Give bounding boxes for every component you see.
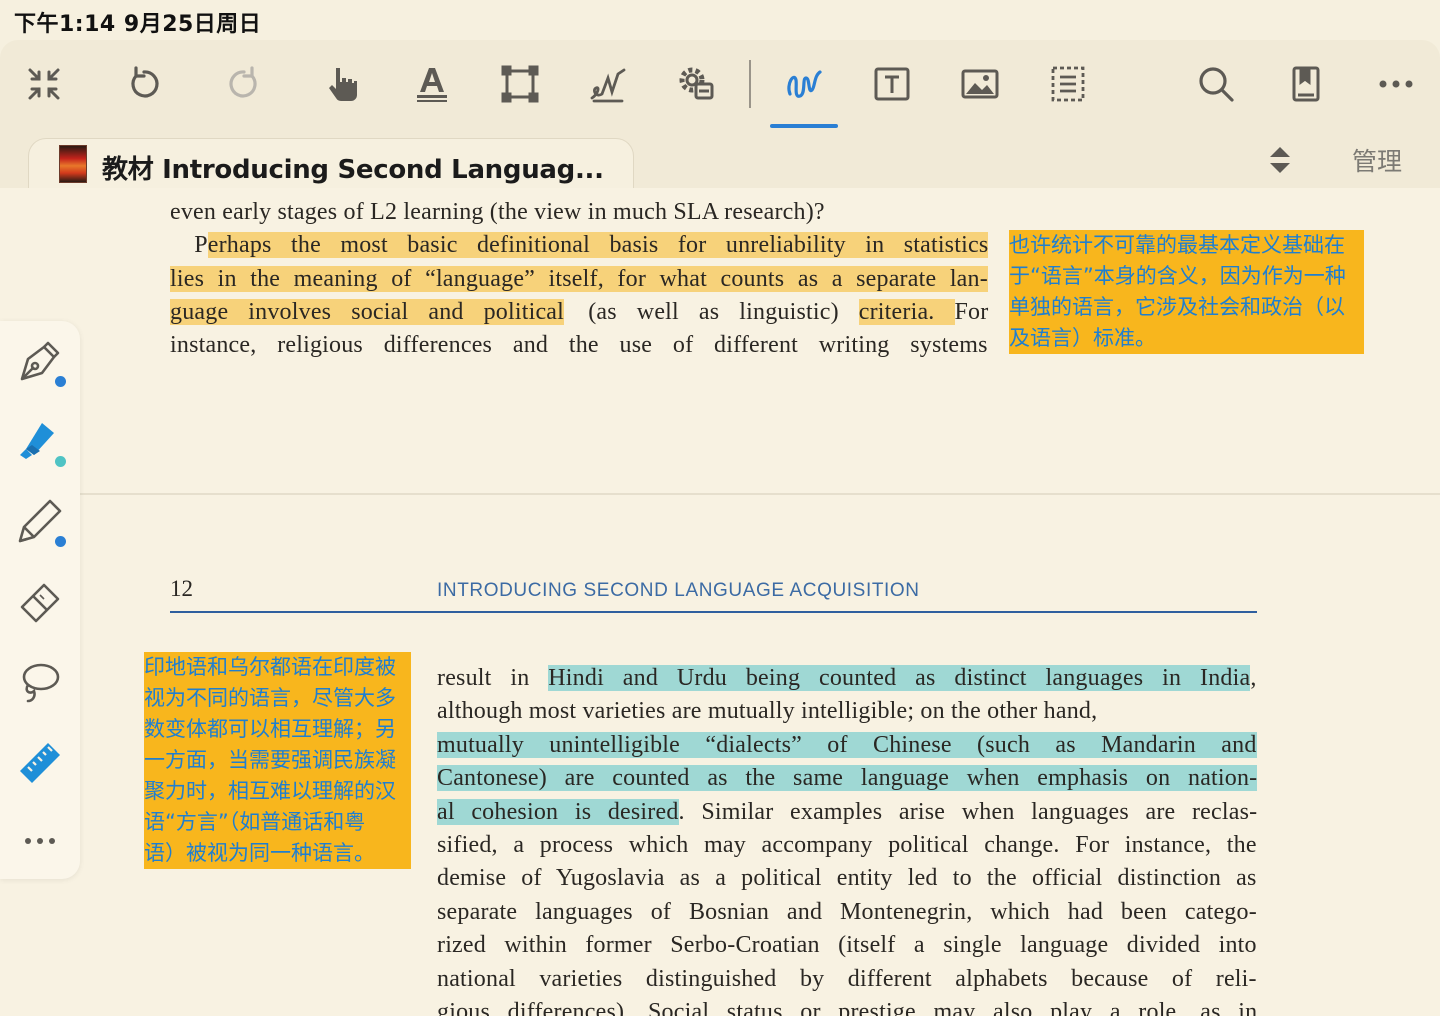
translation-note-line: 语）被视为同一种语言。	[144, 841, 375, 865]
header-rule	[170, 611, 1257, 613]
lasso-icon[interactable]	[14, 655, 66, 707]
highlighted-text[interactable]: Hindi and Urdu being counted as distinct…	[548, 665, 1251, 691]
more-tools-icon[interactable]	[14, 815, 66, 867]
text-line: gious differences). Social status or pre…	[437, 996, 1257, 1016]
search-icon[interactable]	[1192, 60, 1240, 108]
text-line: Perhaps the most basic definitional basi…	[170, 229, 989, 262]
translation-note-line: 一方面，当需要强调民族凝	[144, 748, 396, 772]
status-time: 下午1:14 9月25日周日	[14, 12, 262, 37]
bookmark-icon[interactable]	[1282, 60, 1330, 108]
text-span: national varieties distinguished by diff…	[437, 965, 1257, 992]
text-span: (as well as linguistic)	[564, 298, 859, 325]
text-span: although most varieties are mutually int…	[437, 698, 1098, 725]
tool-palette	[0, 321, 80, 879]
text-line: rized within former Serbo-Croatian (itse…	[437, 929, 1257, 962]
translation-note-line: 视为不同的语言，尽管大多	[144, 686, 396, 710]
highlighted-text[interactable]: mutually unintelligible “dialects” of Ch…	[437, 731, 1257, 758]
page-number: 12	[170, 576, 193, 601]
text-line: result in Hindi and Urdu being counted a…	[437, 662, 1257, 695]
color-dot	[55, 376, 66, 387]
toolbar-separator	[749, 60, 751, 108]
highlighter-icon[interactable]	[14, 415, 66, 467]
translation-note-line: 印地语和乌尔都语在印度被	[144, 655, 396, 679]
sort-icon[interactable]	[1266, 140, 1294, 180]
text-span: even early stages of L2 learning (the vi…	[170, 199, 825, 225]
text-line: national varieties distinguished by diff…	[437, 963, 1257, 996]
page-divider	[80, 493, 1440, 495]
document-tab[interactable]: 教材 Introducing Second Languag...	[28, 138, 634, 189]
translation-note-line: 也许统计不可靠的最基本定义基础在	[1009, 233, 1345, 257]
translation-note-line: 单独的语言，它涉及社会和政治（以	[1009, 295, 1345, 319]
highlighted-text[interactable]: erhaps the most basic definitional basis…	[207, 232, 989, 259]
annotation-toolbar	[0, 40, 1440, 128]
text-line: Cantonese) are counted as the same langu…	[437, 762, 1258, 795]
image-icon[interactable]	[956, 60, 1004, 108]
text-span: demise of Yugoslavia as a political enti…	[437, 865, 1257, 892]
translation-note-line: 于“语言”本身的含义，因为作为一种	[1009, 264, 1346, 288]
color-dot	[55, 456, 66, 467]
text-span: sified, a process which may accompany po…	[437, 832, 1257, 858]
freehand-draw-icon[interactable]	[780, 60, 828, 108]
highlighted-text[interactable]: criteria.	[858, 298, 955, 325]
ruler-icon[interactable]	[14, 735, 66, 787]
translation-note-line: 聚力时，相互难以理解的汉	[144, 779, 396, 803]
eraser-icon[interactable]	[14, 575, 66, 627]
manage-button[interactable]: 管理	[1352, 142, 1402, 178]
text-span: For	[954, 298, 989, 325]
text-span: . Similar examples arise when languages …	[678, 798, 1258, 825]
text-span: rized within former Serbo-Croatian (itse…	[437, 932, 1257, 959]
text-span: gious differences). Social status or pre…	[437, 999, 1258, 1016]
more-icon[interactable]	[1372, 60, 1420, 108]
fountain-pen-icon[interactable]	[14, 335, 66, 387]
translation-note-line: 数变体都可以相互理解；另	[144, 717, 396, 741]
highlighted-text[interactable]: lies in the meaning of “language” itself…	[170, 265, 988, 292]
signature-icon[interactable]	[584, 60, 632, 108]
text-line: even early stages of L2 learning (the vi…	[170, 196, 825, 229]
text-line: sified, a process which may accompany po…	[437, 829, 1257, 862]
pencil-icon[interactable]	[14, 495, 66, 547]
collapse-icon[interactable]	[20, 60, 68, 108]
text-line: al cohesion is desired. Similar examples…	[437, 796, 1257, 829]
running-head: INTRODUCING SECOND LANGUAGE ACQUISITION	[437, 580, 920, 601]
text-line: mutually unintelligible “dialects” of Ch…	[437, 729, 1257, 762]
translation-note-line: 语“方言”（如普通话和粤	[144, 810, 366, 834]
document-tab-bar: 教材 Introducing Second Languag... 管理	[0, 128, 1440, 189]
status-bar: 下午1:14 9月25日周日	[0, 0, 1440, 40]
text-line: guage involves social and political (as …	[170, 296, 988, 329]
translation-note-line: 及语言）标准。	[1009, 326, 1156, 350]
text-span: P	[170, 232, 208, 259]
highlighted-text[interactable]: Cantonese) are counted as the same langu…	[437, 765, 1258, 792]
text-line: separate languages of Bosnian and Monten…	[437, 896, 1257, 929]
text-span: instance, religious differences and the …	[170, 332, 988, 359]
document-view: even early stages of L2 learning (the vi…	[0, 188, 1440, 1016]
text-line: although most varieties are mutually int…	[437, 695, 1097, 728]
hand-pointer-icon[interactable]	[318, 60, 366, 108]
translation-note[interactable]: 印地语和乌尔都语在印度被 视为不同的语言，尽管大多 数变体都可以相互理解；另 一方面，…	[144, 652, 411, 869]
text-span: separate languages of Bosnian and Monten…	[437, 898, 1257, 925]
text-span: result in	[437, 665, 549, 691]
text-line: lies in the meaning of “language” itself…	[170, 263, 988, 296]
text-line: demise of Yugoslavia as a political enti…	[437, 862, 1257, 895]
text-box-icon[interactable]	[868, 60, 916, 108]
highlighted-text[interactable]: al cohesion is desired	[437, 798, 679, 825]
document-thumbnail	[59, 145, 87, 183]
text-span: ,	[1250, 665, 1257, 691]
translation-note[interactable]: 也许统计不可靠的最基本定义基础在 于“语言”本身的含义，因为作为一种 单独的语言，它…	[1009, 230, 1364, 354]
undo-icon[interactable]	[120, 60, 168, 108]
crop-select-icon[interactable]	[496, 60, 544, 108]
color-dot	[55, 536, 66, 547]
reader-window: 教材 Introducing Second Languag... 管理 even…	[0, 40, 1440, 1016]
highlighted-text[interactable]: guage involves social and political	[170, 298, 565, 325]
text-line: instance, religious differences and the …	[170, 329, 988, 362]
settings-gear-icon[interactable]	[672, 60, 720, 108]
text-underline-icon[interactable]	[408, 60, 456, 108]
form-list-icon[interactable]	[1044, 60, 1092, 108]
redo-icon[interactable]	[220, 60, 268, 108]
document-tab-title: 教材 Introducing Second Languag...	[102, 155, 604, 185]
